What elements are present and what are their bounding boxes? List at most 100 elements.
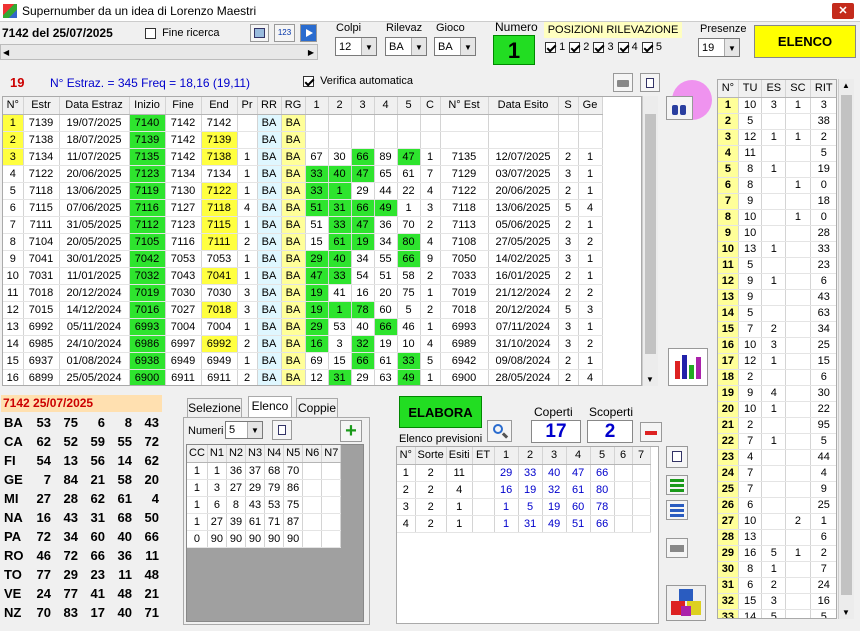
fine-ricerca-box[interactable] — [145, 27, 156, 39]
table-row[interactable]: 17 12 1 15 — [718, 353, 836, 370]
rilevaz-select[interactable]: BA ▼ — [385, 37, 427, 56]
combo-header[interactable]: CC — [187, 445, 208, 463]
list-blue-icon[interactable] — [666, 500, 688, 520]
posizione-5[interactable]: 5 — [641, 41, 662, 53]
freq-header[interactable]: ES — [761, 80, 787, 98]
table-row[interactable]: 68 10 — [718, 177, 836, 194]
bar-chart-icon[interactable] — [668, 348, 708, 386]
posizione-2[interactable]: 2 — [569, 41, 589, 53]
prev-header[interactable]: Sorte — [415, 447, 447, 465]
scroll-right-icon[interactable]: ▶ — [308, 48, 314, 57]
table-row[interactable]: 14 5 63 — [718, 305, 836, 322]
posizione-3[interactable]: 3 — [593, 41, 614, 53]
table-row[interactable]: 27 10 2 1 — [718, 513, 836, 530]
freq-header[interactable]: RIT — [810, 80, 836, 98]
table-row[interactable]: 2 7138 18/07/2025 7139 7142 7139 BA BA — [3, 131, 603, 149]
table-row[interactable]: 13 9 43 — [718, 289, 836, 306]
main-table-header[interactable]: S — [558, 97, 579, 115]
tab-elenco[interactable]: Elenco — [248, 396, 292, 418]
frequency-scrollbar[interactable]: ▲ ▼ — [838, 79, 854, 619]
table-row[interactable]: 4 7122 20/06/2025 7123 7134 7134 1 BA BA 33 40 47 65… — [3, 165, 603, 183]
prev-header[interactable]: 1 — [494, 447, 519, 465]
table-row[interactable]: 9 7041 30/01/2025 7042 7053 7053 1 BA BA 29 40 34 55… — [3, 250, 603, 268]
checkbox-icon[interactable] — [303, 75, 314, 87]
checkbox-icon[interactable] — [545, 41, 556, 53]
freq-header[interactable]: N° — [718, 80, 739, 98]
prev-header[interactable]: 2 — [518, 447, 543, 465]
table-row[interactable]: 7 9 18 — [718, 193, 836, 210]
table-row[interactable]: 25 7 9 — [718, 481, 836, 498]
prev-header[interactable]: 7 — [632, 447, 651, 465]
table-row[interactable]: 0 90 90 90 90 90 — [187, 530, 342, 548]
tab-selezione[interactable]: Selezione — [187, 398, 242, 418]
combo-header[interactable]: N1 — [207, 445, 227, 463]
combo-header[interactable]: N4 — [264, 445, 285, 463]
remove-icon[interactable] — [640, 422, 662, 442]
freq-header[interactable]: SC — [785, 80, 811, 98]
combo-header[interactable]: N5 — [283, 445, 304, 463]
main-table-header[interactable]: Ge — [578, 97, 603, 115]
cubes-icon[interactable] — [666, 585, 706, 621]
table-row[interactable]: 1 2 11 29 33 40 47 66 — [397, 464, 651, 482]
verifica-checkbox[interactable]: Verifica automatica — [303, 75, 413, 87]
table-row[interactable]: 22 7 1 5 — [718, 433, 836, 450]
main-table-header[interactable]: N° — [3, 97, 24, 115]
printer-icon[interactable] — [613, 73, 633, 92]
scroll-down-icon[interactable]: ▼ — [842, 608, 850, 617]
draw-scrollbar[interactable]: ◀ ▶ — [0, 44, 318, 60]
combo-header[interactable]: N7 — [321, 445, 342, 463]
table-row[interactable]: 4 11 5 — [718, 145, 836, 162]
main-table-header[interactable]: 2 — [328, 97, 352, 115]
scroll-left-icon[interactable]: ◀ — [3, 48, 9, 57]
prev-header[interactable]: ET — [472, 447, 495, 465]
table-row[interactable]: 4 2 1 1 31 49 51 66 — [397, 515, 651, 533]
table-row[interactable]: 6 7115 07/06/2025 7116 7127 7118 4 BA BA 51 31 66 49… — [3, 199, 603, 217]
table-row[interactable]: 18 2 6 — [718, 369, 836, 386]
table-row[interactable]: 24 7 4 — [718, 465, 836, 482]
main-table-header[interactable]: Data Estraz — [59, 97, 130, 115]
prev-header[interactable]: N° — [397, 447, 416, 465]
numeri-select[interactable]: 5 ▼ — [225, 421, 263, 439]
table-row[interactable]: 3 12 1 1 2 — [718, 129, 836, 146]
scroll-thumb[interactable] — [841, 95, 852, 595]
table-row[interactable]: 28 13 6 — [718, 529, 836, 546]
table-row[interactable]: 21 2 95 — [718, 417, 836, 434]
elenco-button[interactable]: ELENCO — [754, 25, 856, 58]
checkbox-icon[interactable] — [593, 41, 605, 53]
table-row[interactable]: 5 7118 13/06/2025 7119 7130 7122 1 BA BA 33 1 29 44 2… — [3, 182, 603, 200]
main-table-header[interactable]: Inizio — [129, 97, 166, 115]
table-row[interactable]: 16 6899 25/05/2024 6900 6911 6911 2 BA BA 12 31 29 6… — [3, 369, 603, 385]
copy-icon[interactable] — [272, 420, 292, 440]
main-table-header[interactable]: C — [420, 97, 441, 115]
copy-icon[interactable] — [640, 73, 660, 92]
scroll-down-icon[interactable]: ▼ — [646, 375, 654, 384]
table-row[interactable]: 3 2 1 1 5 19 60 78 — [397, 498, 651, 516]
main-table-header[interactable]: Estr — [23, 97, 60, 115]
calculator-icon[interactable] — [250, 24, 269, 42]
main-table-header[interactable]: RG — [281, 97, 306, 115]
main-table-header[interactable]: Data Esito — [488, 97, 559, 115]
numero-box[interactable]: 1 — [493, 35, 535, 65]
table-row[interactable]: 2 5 38 — [718, 113, 836, 130]
table-row[interactable]: 15 6937 01/08/2024 6938 6949 6949 1 BA BA 69 15 66 6… — [3, 352, 603, 370]
copy-icon[interactable] — [666, 446, 688, 468]
printer-icon[interactable] — [666, 538, 688, 558]
prev-header[interactable]: 4 — [566, 447, 591, 465]
checkbox-icon[interactable] — [641, 41, 653, 53]
gioco-select[interactable]: BA ▼ — [434, 37, 476, 56]
main-table-header[interactable]: RR — [257, 97, 282, 115]
prev-header[interactable]: Esiti — [446, 447, 473, 465]
combo-header[interactable]: N3 — [245, 445, 266, 463]
colpi-select[interactable]: 12 ▼ — [335, 37, 377, 56]
combo-header[interactable]: N2 — [226, 445, 247, 463]
close-button[interactable]: ✕ — [832, 3, 854, 19]
table-row[interactable]: 15 7 2 34 — [718, 321, 836, 338]
binoculars-icon[interactable] — [666, 96, 693, 120]
presenze-select[interactable]: 19 ▼ — [698, 38, 740, 57]
table-row[interactable]: 2 2 4 16 19 32 61 80 — [397, 481, 651, 499]
table-row[interactable]: 12 7015 14/12/2024 7016 7027 7018 3 BA BA 19 1 78 60… — [3, 301, 603, 319]
table-row[interactable]: 8 10 1 0 — [718, 209, 836, 226]
scroll-thumb[interactable] — [645, 114, 656, 354]
table-row[interactable]: 31 6 2 24 — [718, 577, 836, 594]
elabora-button[interactable]: ELABORA — [399, 396, 482, 428]
